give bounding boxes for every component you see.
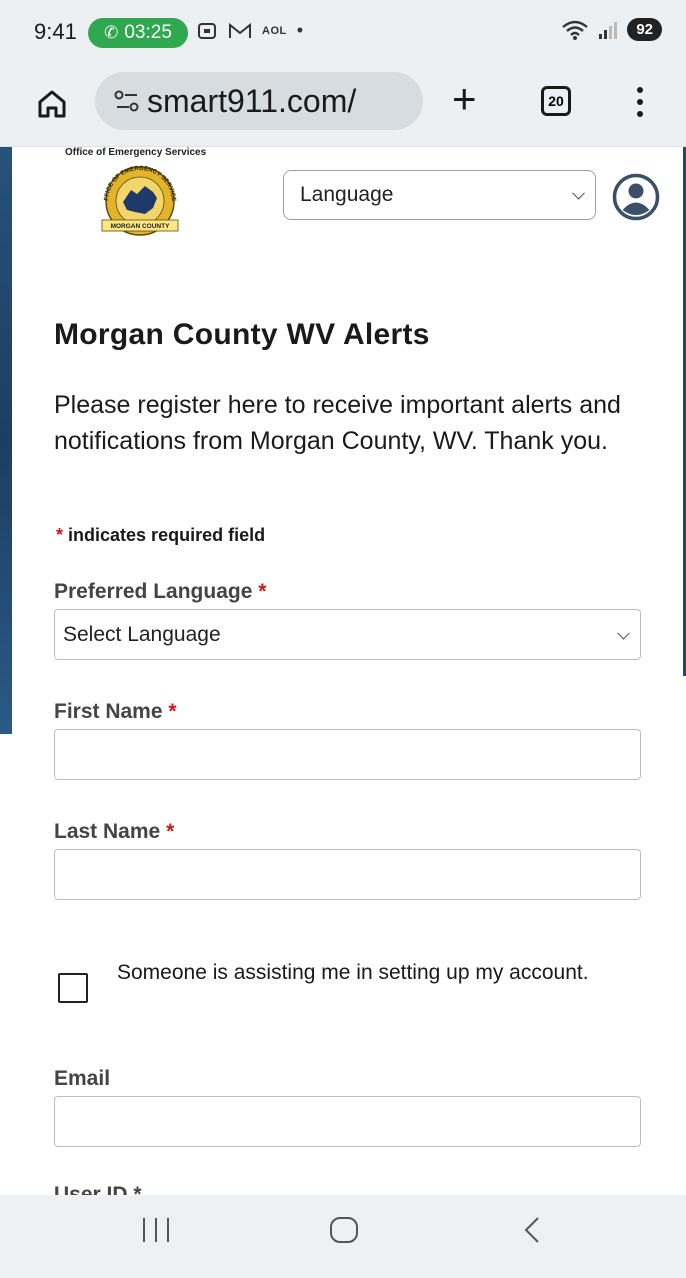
- web-page: [12, 147, 683, 1195]
- required-star: *: [258, 580, 267, 603]
- status-right: 92: [561, 18, 662, 41]
- first-name-label: First Name *: [54, 700, 177, 724]
- required-star: *: [166, 820, 175, 843]
- system-navigation-bar: [0, 1195, 686, 1278]
- home-icon[interactable]: [34, 86, 70, 122]
- home-button-icon[interactable]: [330, 1217, 358, 1243]
- back-icon[interactable]: [522, 1216, 542, 1244]
- site-settings-icon[interactable]: [107, 89, 147, 113]
- preferred-language-label-text: Preferred Language: [54, 580, 253, 603]
- required-star: *: [168, 700, 177, 723]
- last-name-label-text: Last Name: [54, 820, 161, 843]
- phone-icon: ✆: [104, 23, 119, 42]
- signal-icon: [599, 21, 618, 39]
- page-title: Morgan County WV Alerts: [54, 318, 430, 351]
- ongoing-call-chip[interactable]: ✆ 03:25: [88, 18, 188, 48]
- notification-icons: AOL •: [196, 20, 303, 41]
- more-menu-icon[interactable]: [632, 84, 648, 124]
- required-star: *: [56, 525, 64, 545]
- required-note: * indicates required field: [56, 525, 265, 546]
- assist-checkbox-label[interactable]: Someone is assisting me in setting up my…: [117, 957, 617, 988]
- more-notifications-dot: •: [296, 20, 304, 40]
- status-bar: 9:41 ✆ 03:25 AOL • 92: [0, 0, 686, 64]
- email-input[interactable]: [54, 1096, 641, 1147]
- chevron-down-icon: [617, 626, 630, 640]
- county-seal-logo[interactable]: OFFICE OF EMERGENCY SERVICES MORGAN COUN…: [97, 164, 183, 238]
- wallpaper-edge-left: [0, 146, 12, 734]
- url-text: smart911.com/: [147, 82, 357, 119]
- preferred-language-select[interactable]: Select Language: [54, 609, 641, 660]
- email-label-text: Email: [54, 1067, 111, 1090]
- tab-switcher-icon[interactable]: 20: [541, 86, 571, 116]
- header-language-value: Language: [300, 183, 394, 206]
- last-name-label: Last Name *: [54, 820, 174, 844]
- wifi-icon: [562, 20, 589, 40]
- browser-toolbar: smart911.com/ + 20: [0, 64, 686, 147]
- last-name-input[interactable]: [54, 849, 641, 900]
- account-icon[interactable]: [612, 173, 660, 221]
- header-language-select[interactable]: Language: [283, 170, 596, 220]
- aol-icon: AOL: [262, 24, 287, 37]
- office-label: Office of Emergency Services: [65, 147, 207, 158]
- first-name-label-text: First Name: [54, 700, 163, 723]
- first-name-input[interactable]: [54, 729, 641, 780]
- email-label: Email: [54, 1067, 110, 1091]
- recents-icon[interactable]: [143, 1218, 169, 1244]
- clock: 9:41: [34, 19, 77, 44]
- preferred-language-value: Select Language: [63, 622, 221, 646]
- battery-indicator: 92: [627, 18, 662, 41]
- seal-banner-text: MORGAN COUNTY: [111, 223, 171, 230]
- call-timer: 03:25: [124, 22, 172, 43]
- new-tab-icon[interactable]: +: [452, 78, 477, 120]
- chevron-down-icon: [572, 186, 585, 200]
- required-note-text: indicates required field: [68, 525, 266, 545]
- address-bar[interactable]: smart911.com/: [95, 72, 423, 130]
- intro-text: Please register here to receive importan…: [54, 391, 621, 455]
- screenshot-icon: [198, 22, 216, 39]
- preferred-language-label: Preferred Language *: [54, 580, 266, 604]
- assist-checkbox[interactable]: [58, 973, 88, 1003]
- user-id-label-partial: User ID *: [54, 1184, 142, 1195]
- gmail-icon: [229, 22, 251, 38]
